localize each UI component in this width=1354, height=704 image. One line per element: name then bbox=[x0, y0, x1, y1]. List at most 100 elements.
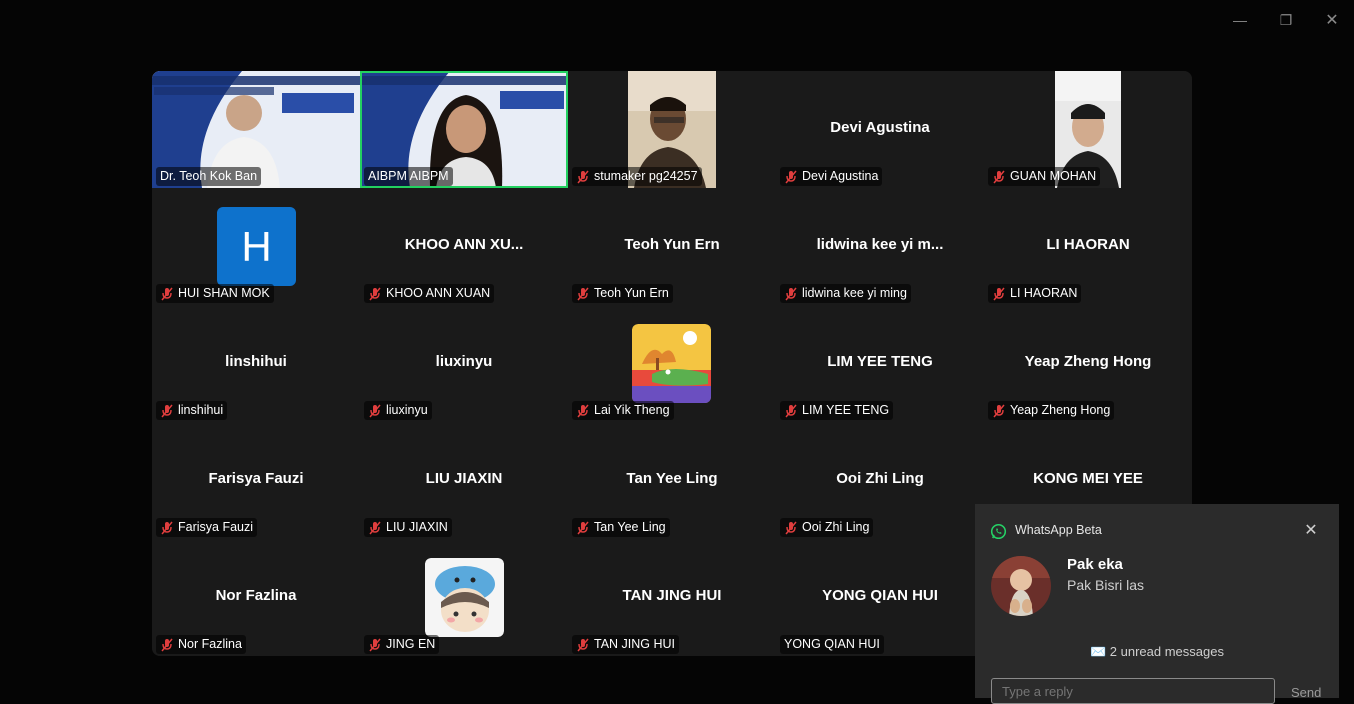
participant-display-name: Tan Yee Ling bbox=[626, 470, 718, 487]
participant-name: Yeap Zheng Hong bbox=[1010, 403, 1111, 417]
participant-tile-jing-en[interactable]: JING EN bbox=[360, 539, 568, 656]
profile-picture bbox=[632, 324, 711, 403]
participant-display-name: lidwina kee yi m... bbox=[816, 236, 944, 253]
sender-avatar bbox=[991, 556, 1051, 616]
notification-sender: Pak eka bbox=[1067, 556, 1123, 573]
participant-display-name: Ooi Zhi Ling bbox=[836, 470, 924, 487]
muted-mic-icon bbox=[785, 287, 797, 300]
participant-tile-tan-jing-hui[interactable]: TAN JING HUI TAN JING HUI bbox=[568, 539, 776, 656]
participant-label: Farisya Fauzi bbox=[156, 518, 258, 537]
participant-display-name: YONG QIAN HUI bbox=[822, 587, 938, 604]
minimize-button[interactable]: — bbox=[1230, 10, 1250, 30]
participant-tile-hui-shan-mok[interactable]: H HUI SHAN MOK bbox=[152, 188, 360, 305]
maximize-button[interactable]: ❐ bbox=[1276, 10, 1296, 30]
reply-input[interactable] bbox=[991, 678, 1275, 704]
participant-tile-nor-fazlina[interactable]: Nor Fazlina Nor Fazlina bbox=[152, 539, 360, 656]
participant-display-name: LIU JIAXIN bbox=[425, 470, 503, 487]
participant-label: Teoh Yun Ern bbox=[572, 284, 673, 303]
participant-tile-stumaker[interactable]: stumaker pg24257 bbox=[568, 71, 776, 188]
participant-tile-teoh-yun-ern[interactable]: Teoh Yun Ern Teoh Yun Ern bbox=[568, 188, 776, 305]
participant-tile-lidwina[interactable]: lidwina kee yi m... lidwina kee yi ming bbox=[776, 188, 984, 305]
whatsapp-notification[interactable]: WhatsApp Beta ✕ Pak eka Pak Bisri las ✉️… bbox=[975, 504, 1339, 704]
muted-mic-icon bbox=[369, 287, 381, 300]
participant-name: Tan Yee Ling bbox=[594, 520, 666, 534]
participant-name: GUAN MOHAN bbox=[1010, 169, 1097, 183]
muted-mic-icon bbox=[369, 638, 381, 651]
participant-tile-yeap-zheng-hong[interactable]: Yeap Zheng Hong Yeap Zheng Hong bbox=[984, 305, 1192, 422]
participant-name: LIU JIAXIN bbox=[386, 520, 448, 534]
participant-label: Yeap Zheng Hong bbox=[988, 401, 1115, 420]
participant-tile-aibpm[interactable]: AIBPM AIBPM bbox=[360, 71, 568, 188]
participant-display-name: linshihui bbox=[225, 353, 287, 370]
participant-display-name: Yeap Zheng Hong bbox=[1024, 353, 1152, 370]
participant-tile-teoh-kok-ban[interactable]: Dr. Teoh Kok Ban bbox=[152, 71, 360, 188]
participant-name: KHOO ANN XUAN bbox=[386, 286, 491, 300]
muted-mic-icon bbox=[577, 287, 589, 300]
participant-display-name: Teoh Yun Ern bbox=[624, 236, 720, 253]
participant-tile-lai-yik-theng[interactable]: Lai Yik Theng bbox=[568, 305, 776, 422]
participant-tile-liu-jiaxin[interactable]: LIU JIAXIN LIU JIAXIN bbox=[360, 422, 568, 539]
participant-name: YONG QIAN HUI bbox=[784, 637, 880, 651]
participant-tile-lim-yee-teng[interactable]: LIM YEE TENG LIM YEE TENG bbox=[776, 305, 984, 422]
muted-mic-icon bbox=[577, 638, 589, 651]
profile-picture bbox=[425, 558, 504, 637]
participant-label: LIU JIAXIN bbox=[364, 518, 452, 537]
participant-tile-yong-qian-hui[interactable]: YONG QIAN HUI YONG QIAN HUI bbox=[776, 539, 984, 656]
participant-label: LI HAORAN bbox=[988, 284, 1082, 303]
close-window-button[interactable]: ✕ bbox=[1322, 10, 1342, 30]
participant-label: LIM YEE TENG bbox=[780, 401, 894, 420]
participant-name: TAN JING HUI bbox=[594, 637, 676, 651]
muted-mic-icon bbox=[161, 638, 173, 651]
participant-label: GUAN MOHAN bbox=[988, 167, 1101, 186]
participant-name: Devi Agustina bbox=[802, 169, 879, 183]
participant-label: Dr. Teoh Kok Ban bbox=[156, 167, 262, 186]
participant-tile-farisya-fauzi[interactable]: Farisya Fauzi Farisya Fauzi bbox=[152, 422, 360, 539]
muted-mic-icon bbox=[369, 521, 381, 534]
muted-mic-icon bbox=[161, 287, 173, 300]
muted-mic-icon bbox=[785, 521, 797, 534]
participant-display-name: Farisya Fauzi bbox=[208, 470, 304, 487]
participant-label: AIBPM AIBPM bbox=[364, 167, 453, 186]
muted-mic-icon bbox=[369, 404, 381, 417]
participant-tile-liuxinyu[interactable]: liuxinyu liuxinyu bbox=[360, 305, 568, 422]
notification-close-button[interactable]: ✕ bbox=[1301, 520, 1321, 540]
participant-name: JING EN bbox=[386, 637, 436, 651]
participant-name: linshihui bbox=[178, 403, 224, 417]
participant-tile-ooi-zhi-ling[interactable]: Ooi Zhi Ling Ooi Zhi Ling bbox=[776, 422, 984, 539]
participant-label: HUI SHAN MOK bbox=[156, 284, 274, 303]
participant-label: Devi Agustina bbox=[780, 167, 883, 186]
participant-tile-tan-yee-ling[interactable]: Tan Yee Ling Tan Yee Ling bbox=[568, 422, 776, 539]
unread-messages-count: ✉️ 2 unread messages bbox=[1090, 644, 1224, 659]
participant-label: Lai Yik Theng bbox=[572, 401, 674, 420]
participant-label: TAN JING HUI bbox=[572, 635, 680, 654]
participant-tile-li-haoran[interactable]: LI HAORAN LI HAORAN bbox=[984, 188, 1192, 305]
participant-label: liuxinyu bbox=[364, 401, 432, 420]
muted-mic-icon bbox=[993, 287, 1005, 300]
muted-mic-icon bbox=[577, 521, 589, 534]
participant-display-name: LIM YEE TENG bbox=[827, 353, 933, 370]
participant-display-name: Devi Agustina bbox=[830, 119, 930, 136]
muted-mic-icon bbox=[993, 170, 1005, 183]
participant-name: LI HAORAN bbox=[1010, 286, 1078, 300]
participant-tile-linshihui[interactable]: linshihui linshihui bbox=[152, 305, 360, 422]
participant-display-name: LI HAORAN bbox=[1046, 236, 1130, 253]
participant-display-name: TAN JING HUI bbox=[622, 587, 722, 604]
participant-display-name: KHOO ANN XU... bbox=[404, 236, 524, 253]
participant-tile-devi-agustina[interactable]: Devi Agustina Devi Agustina bbox=[776, 71, 984, 188]
muted-mic-icon bbox=[577, 170, 589, 183]
participant-label: Ooi Zhi Ling bbox=[780, 518, 874, 537]
participant-name: LIM YEE TENG bbox=[802, 403, 890, 417]
muted-mic-icon bbox=[577, 404, 589, 417]
participant-tile-guan-mohan[interactable]: GUAN MOHAN bbox=[984, 71, 1192, 188]
participant-name: Lai Yik Theng bbox=[594, 403, 670, 417]
participant-display-name: Nor Fazlina bbox=[215, 587, 297, 604]
participant-label: stumaker pg24257 bbox=[572, 167, 702, 186]
muted-mic-icon bbox=[993, 404, 1005, 417]
notification-app-name: WhatsApp Beta bbox=[1015, 523, 1102, 537]
participant-tile-khoo-ann-xuan[interactable]: KHOO ANN XU... KHOO ANN XUAN bbox=[360, 188, 568, 305]
participant-name: Teoh Yun Ern bbox=[594, 286, 669, 300]
participant-name: AIBPM AIBPM bbox=[368, 169, 449, 183]
participant-display-name: liuxinyu bbox=[435, 353, 493, 370]
participant-name: Dr. Teoh Kok Ban bbox=[160, 169, 258, 183]
muted-mic-icon bbox=[161, 404, 173, 417]
